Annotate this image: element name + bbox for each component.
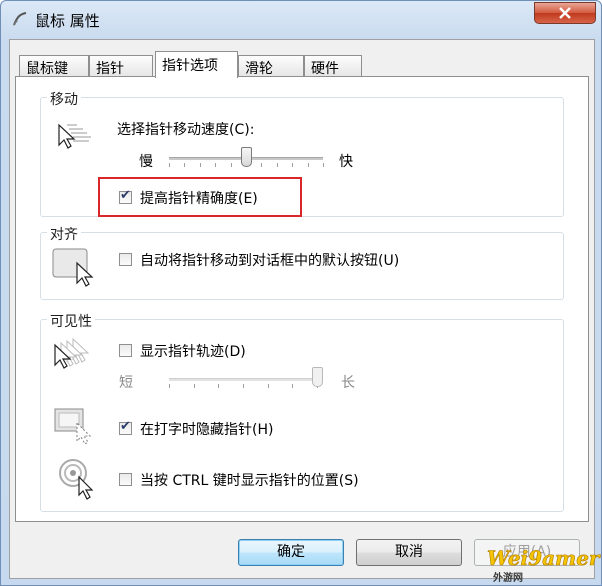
tab-wheel[interactable]: 滑轮 [238,55,304,77]
slider-tick [215,163,217,167]
hide-while-typing-checkbox[interactable] [119,419,132,435]
slider-tick [230,163,232,167]
window-title: 鼠标 属性 [35,12,100,30]
cancel-button[interactable]: 取消 [356,539,462,566]
hide-while-typing-icon [54,408,92,445]
close-button[interactable] [534,2,596,24]
motion-group-label: 移动 [47,89,81,109]
trail-length-slider-track [169,378,321,381]
fast-label: 快 [339,154,353,170]
slider-tick [307,163,309,167]
show-location-checkbox[interactable] [119,473,132,486]
slider-tick [323,163,324,167]
close-icon [559,7,571,19]
tab-buttons[interactable]: 鼠标键 [19,55,89,77]
snap-to-button-icon [52,248,94,287]
mouse-pointer-icon [13,12,27,26]
slider-tick [292,384,294,388]
long-label: 长 [341,375,355,391]
short-label: 短 [119,375,133,391]
tab-pointers[interactable]: 指针 [89,55,153,77]
watermark-logo: Wei9amer 外游网 [479,546,600,586]
slider-tick [261,163,263,167]
slider-tick [276,163,278,167]
slider-tick [169,384,170,388]
highlight-box [98,177,302,217]
snap-to-checkbox[interactable] [119,253,132,266]
slider-tick [243,384,244,388]
mouse-properties-window: 鼠标 属性 鼠标键 指针 指针选项 滑轮 硬件 移动 选择指针移动速度(C): … [0,0,602,586]
slider-tick [184,163,186,167]
tab-hardware[interactable]: 硬件 [304,55,362,77]
slider-tick [218,384,220,388]
pointer-trails-icon [54,337,90,369]
speed-slider-thumb[interactable] [241,147,252,167]
hide-while-typing-label[interactable]: 在打字时隐藏指针(H) [140,419,273,439]
pointer-speed-icon [58,123,91,149]
slider-tick [292,163,294,167]
watermark-text: Wei9amer [487,546,600,571]
slider-tick [193,384,195,388]
speed-label: 选择指针移动速度(C): [117,122,255,138]
slow-label: 慢 [139,154,153,170]
pointer-trails-label[interactable]: 显示指针轨迹(D) [140,341,246,361]
snap-to-group-label: 对齐 [47,224,81,244]
trail-length-slider-thumb [312,367,323,387]
slider-tick [169,163,170,167]
visibility-group-label: 可见性 [47,311,95,331]
pointer-trails-checkbox[interactable] [119,344,132,357]
title-bar[interactable]: 鼠标 属性 [1,1,601,39]
snap-to-label[interactable]: 自动将指针移动到对话框中的默认按钮(U) [140,250,399,270]
ok-button[interactable]: 确定 [238,539,344,566]
show-location-icon [59,459,94,500]
slider-tick [267,384,269,388]
show-location-label[interactable]: 当按 CTRL 键时显示指针的位置(S) [140,470,359,490]
slider-tick [199,163,201,167]
watermark-subtext: 外游网 [493,573,523,584]
tab-pointer-options[interactable]: 指针选项 [155,51,238,78]
